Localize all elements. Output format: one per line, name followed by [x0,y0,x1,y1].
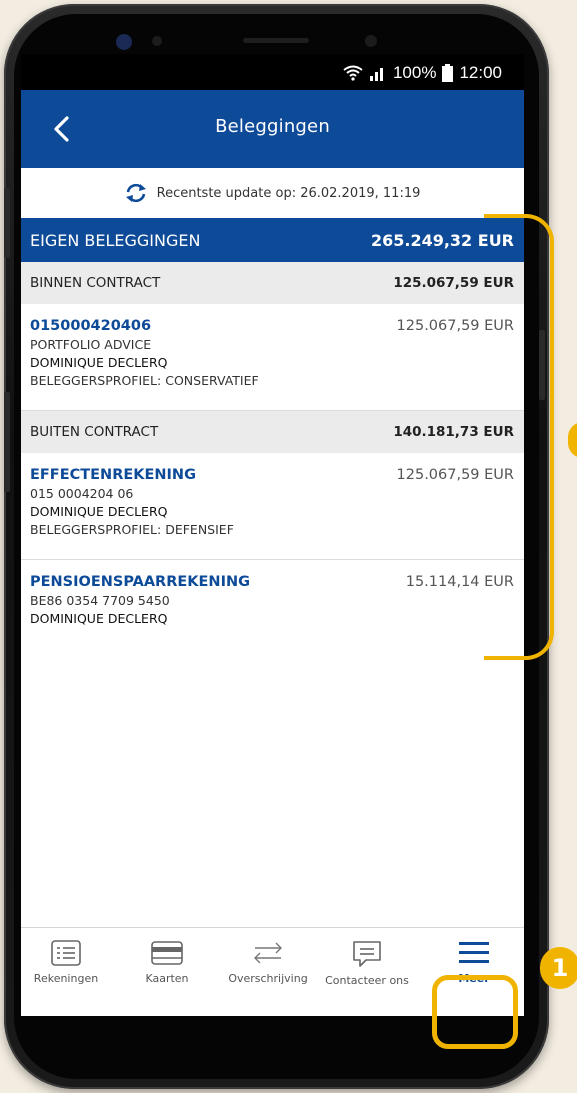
update-text: Recentste update op: 26.02.2019, 11:19 [156,185,421,201]
item-account-number: BE86 0354 7709 5450 [30,593,170,608]
pensioensparen-item[interactable]: PENSIOENSPAARREKENING 15.114,14 EUR BE86… [21,560,524,660]
app-screen: 100% 12:00 Beleggingen Recentste update … [21,54,524,1016]
signal-icon [369,68,383,81]
eigen-label: EIGEN BELEGGINGEN [30,230,201,250]
power-button [4,392,10,492]
tab-rekeningen[interactable]: Rekeningen [21,940,116,985]
item-account-number: 015 0004204 06 [30,486,134,501]
status-bar: 100% 12:00 [21,54,524,90]
tab-label: Contacteer ons [325,974,409,987]
sensor [152,36,162,46]
annotation-badge: 1 [540,947,577,989]
binnen-contract-header: BINNEN CONTRACT 125.067,59 EUR [21,262,524,304]
effectenrekening-item[interactable]: EFFECTENREKENING 125.067,59 EUR 015 0004… [21,453,524,560]
tab-contacteer-ons[interactable]: Contacteer ons [317,940,417,987]
tab-label: Overschrijving [228,972,308,985]
transfer-icon [254,942,282,964]
annotation-badge-partial [568,422,577,458]
app-bar: Beleggingen [21,90,524,168]
binnen-label: BINNEN CONTRACT [30,275,161,291]
buiten-label: BUITEN CONTRACT [30,424,159,440]
page-title: Beleggingen [215,116,330,137]
item-owner: DOMINIQUE DECLERQ [30,504,168,519]
menu-icon [459,942,489,963]
volume-button [4,188,10,258]
clock: 12:00 [459,63,502,82]
tab-label: Kaarten [145,972,189,985]
battery-level: 100% [392,63,437,82]
list-icon [51,940,81,966]
update-banner[interactable]: Recentste update op: 26.02.2019, 11:19 [21,168,524,219]
item-profile: BELEGGERSPROFIEL: CONSERVATIEF [30,373,259,388]
item-profile: BELEGGERSPROFIEL: DEFENSIEF [30,522,234,537]
item-line: PORTFOLIO ADVICE [30,337,152,352]
card-icon [151,941,183,965]
item-owner: DOMINIQUE DECLERQ [30,611,168,626]
iris-sensor [365,35,377,47]
speaker-grille [243,38,309,43]
portfolio-item[interactable]: 015000420406 125.067,59 EUR PORTFOLIO AD… [21,304,524,411]
highlight-bracket [484,214,554,660]
front-camera [116,34,132,50]
buiten-contract-header: BUITEN CONTRACT 140.181,73 EUR [21,411,524,453]
refresh-icon[interactable] [125,183,147,203]
chat-icon [353,941,381,967]
wifi-icon [343,65,363,81]
eigen-beleggingen-header: EIGEN BELEGGINGEN 265.249,32 EUR [21,218,524,262]
tab-overschrijving[interactable]: Overschrijving [218,940,318,985]
tab-kaarten[interactable]: Kaarten [117,940,217,985]
tab-label: Rekeningen [33,972,99,985]
battery-icon [442,64,454,82]
highlight-ring [432,975,518,1049]
item-owner: DOMINIQUE DECLERQ [30,355,168,370]
